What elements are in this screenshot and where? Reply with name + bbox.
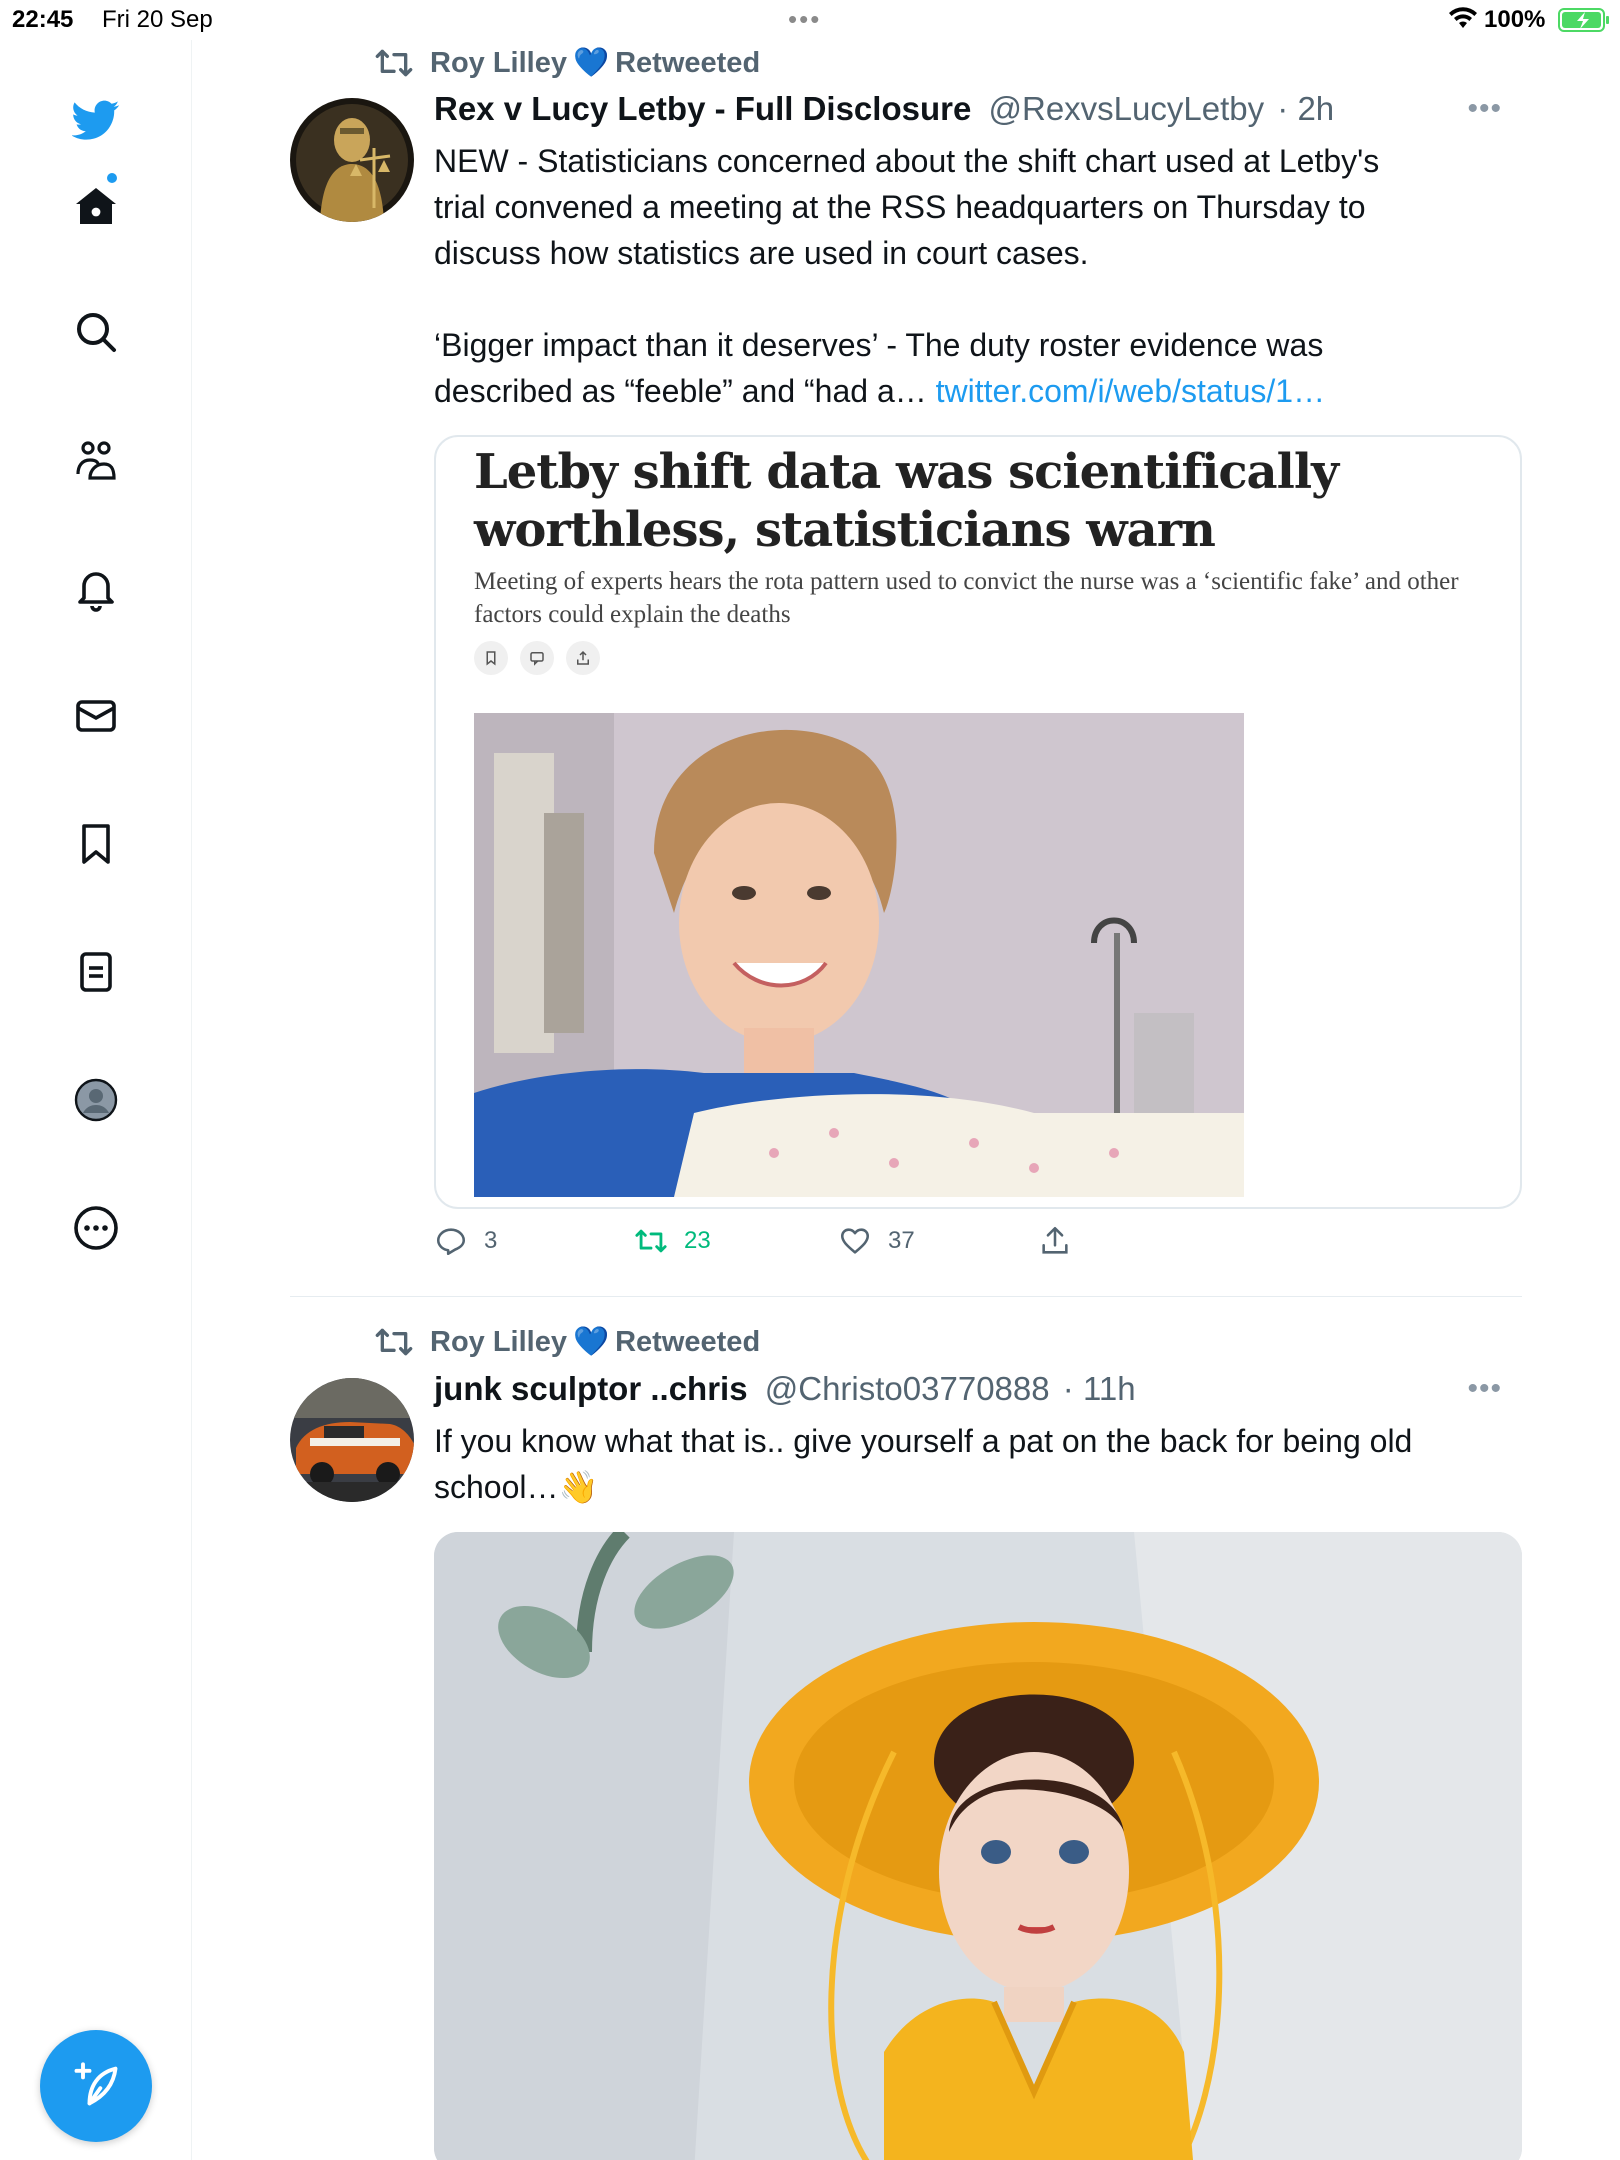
like-button[interactable]: 37 — [838, 1224, 915, 1258]
card-headline: Letby shift data was scientifically wort… — [474, 444, 1339, 558]
tweet-text-line: discuss how statistics are used in court… — [434, 235, 1089, 271]
home-notification-dot — [107, 173, 117, 183]
tweet-time[interactable]: · 11h — [1063, 1370, 1136, 1407]
retweet-button[interactable]: 23 — [634, 1224, 711, 1258]
share-icon — [566, 641, 600, 675]
author-name[interactable]: Rex v Lucy Letby - Full Disclosure — [434, 90, 971, 127]
tweet-header: junk sculptor ..chris @Christo03770888 ·… — [434, 1370, 1136, 1408]
tweet-text-line: NEW - Statisticians concerned about the … — [434, 143, 1380, 179]
retweet-context: Roy Lilley 💙 Retweeted — [374, 43, 760, 83]
tweet-text-line: school…👋 — [434, 1469, 599, 1505]
wifi-icon — [1449, 7, 1477, 28]
more-options-icon[interactable]: ••• — [1467, 1372, 1502, 1406]
author-handle[interactable]: @RexvsLucyLetby — [989, 90, 1265, 127]
bookmark-icon — [474, 641, 508, 675]
home-icon[interactable] — [66, 176, 126, 236]
tweet-text-line: described as “feeble” and “had a… twitte… — [434, 373, 1326, 409]
retweet-context: Roy Lilley 💙 Retweeted — [374, 1322, 760, 1362]
article-photo — [474, 713, 1244, 1197]
media-image[interactable] — [434, 1532, 1522, 2160]
comment-icon — [520, 641, 554, 675]
tweet[interactable]: Roy Lilley 💙 Retweeted junk sculptor ..c… — [290, 1322, 1522, 2160]
retweet-icon — [375, 1328, 413, 1356]
search-icon[interactable] — [66, 302, 126, 362]
retweeted-label: Retweeted — [615, 46, 761, 79]
communities-icon[interactable] — [66, 430, 126, 490]
messages-icon[interactable] — [66, 686, 126, 746]
more-icon[interactable] — [66, 1198, 126, 1258]
avatar[interactable] — [290, 98, 414, 222]
tweet-text: If you know what that is.. give yourself… — [434, 1418, 1514, 1510]
avatar[interactable] — [290, 1378, 414, 1502]
card-subhead: Meeting of experts hears the rota patter… — [474, 568, 1459, 628]
compose-tweet-button[interactable] — [40, 2030, 152, 2142]
reply-count: 3 — [484, 1227, 498, 1254]
reply-button[interactable]: 3 — [434, 1224, 497, 1258]
retweet-icon — [375, 49, 413, 77]
more-options-icon[interactable]: ••• — [1467, 92, 1502, 126]
retweet-count: 23 — [684, 1227, 711, 1254]
retweeted-label: Retweeted — [615, 1325, 761, 1358]
status-bar: 22:45 Fri 20 Sep ••• 100% — [0, 0, 1620, 40]
tweet-text: NEW - Statisticians concerned about the … — [434, 138, 1514, 414]
status-time: 22:45 — [12, 6, 74, 33]
multitasking-dots-icon[interactable]: ••• — [788, 4, 821, 35]
tweet-actions: 3 23 37 — [434, 1224, 1434, 1264]
author-name[interactable]: junk sculptor ..chris — [434, 1370, 748, 1407]
tweet-header: Rex v Lucy Letby - Full Disclosure @Rexv… — [434, 90, 1334, 128]
compose-icon — [74, 2062, 118, 2106]
heart-icon — [840, 1228, 870, 1254]
battery-percentage: 100% — [1484, 6, 1546, 33]
notifications-icon[interactable] — [66, 558, 126, 618]
status-date: Fri 20 Sep — [102, 6, 213, 33]
battery-charging-icon — [1558, 8, 1609, 32]
sidebar — [0, 40, 192, 2160]
article-card[interactable]: Letby shift data was scientifically wort… — [434, 435, 1522, 1209]
tweet-text-line: If you know what that is.. give yourself… — [434, 1423, 1413, 1459]
blue-heart-icon: 💙 — [573, 1326, 610, 1358]
tweet[interactable]: Roy Lilley 💙 Retweeted Rex v Lucy Letby … — [290, 40, 1522, 1270]
tweet-link[interactable]: twitter.com/i/web/status/1… — [936, 373, 1325, 409]
retweeter-name[interactable]: Roy Lilley — [430, 1326, 567, 1359]
tweet-divider — [290, 1296, 1522, 1297]
twitter-logo-icon[interactable] — [66, 90, 126, 150]
retweeter-name[interactable]: Roy Lilley — [430, 47, 567, 80]
card-share-icons — [474, 641, 600, 675]
share-button[interactable] — [1038, 1224, 1072, 1258]
reply-icon — [436, 1228, 466, 1256]
blue-heart-icon: 💙 — [573, 47, 610, 79]
author-handle[interactable]: @Christo03770888 — [765, 1370, 1050, 1407]
retweet-icon — [635, 1229, 667, 1253]
like-count: 37 — [888, 1227, 915, 1254]
lists-icon[interactable] — [66, 942, 126, 1002]
tweet-text-line: ‘Bigger impact than it deserves’ - The d… — [434, 327, 1324, 363]
tweet-text-line: trial convened a meeting at the RSS head… — [434, 189, 1366, 225]
bookmarks-icon[interactable] — [66, 814, 126, 874]
doll-photo — [434, 1532, 1522, 2160]
tweet-time[interactable]: · 2h — [1277, 90, 1334, 127]
share-icon — [1042, 1226, 1068, 1254]
profile-icon[interactable] — [66, 1070, 126, 1130]
